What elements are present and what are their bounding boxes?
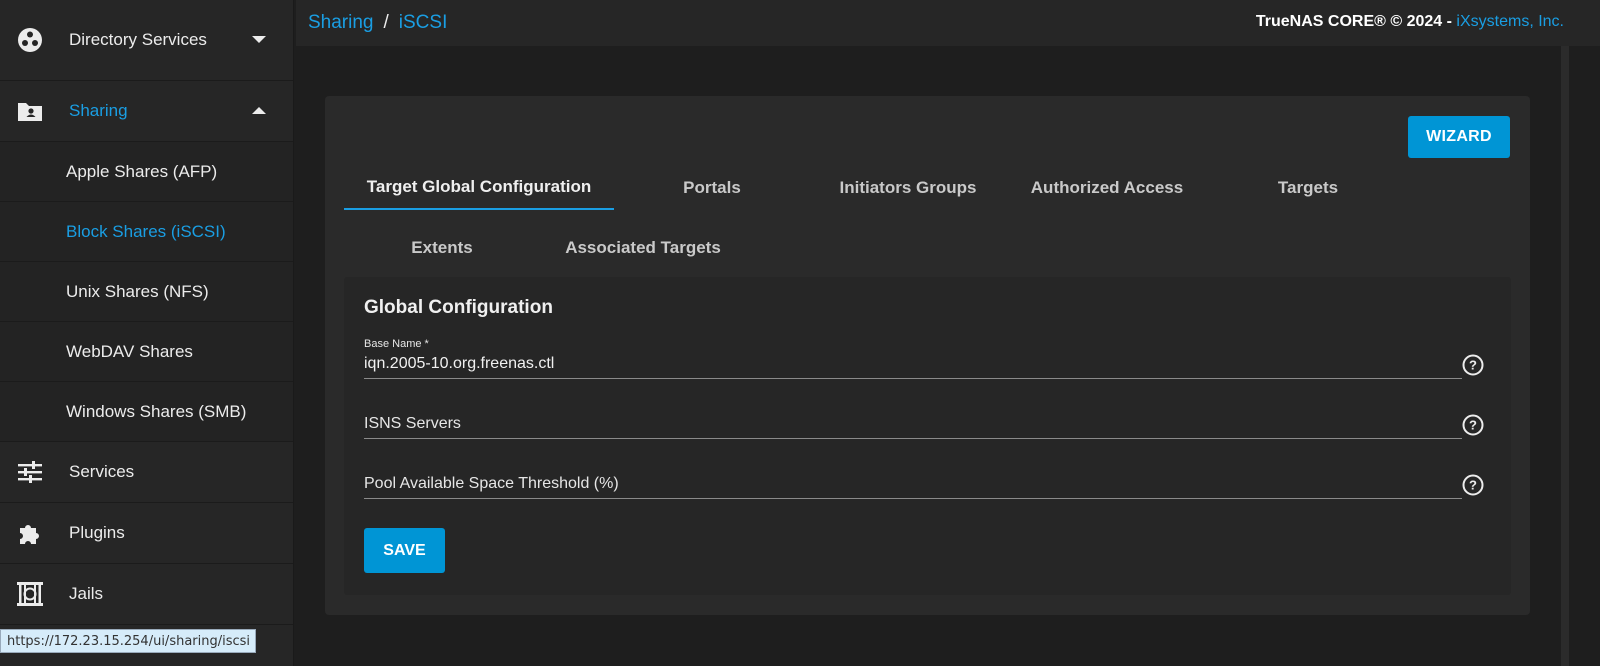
wizard-button[interactable]: WIZARD	[1408, 116, 1510, 158]
iscsi-card: WIZARD Target Global Configuration Porta…	[325, 96, 1530, 615]
scrollbar[interactable]	[1558, 46, 1600, 666]
base-name-label: Base Name *	[364, 338, 429, 350]
tab-targets[interactable]: Targets	[1208, 166, 1408, 210]
sidebar-subitem-iscsi[interactable]: Block Shares (iSCSI)	[0, 202, 293, 262]
tab-authorized-access[interactable]: Authorized Access	[1006, 166, 1208, 210]
sidebar-item-sharing[interactable]: Sharing	[0, 81, 293, 142]
svg-text:?: ?	[1469, 478, 1477, 493]
status-bar-url: https://172.23.15.254/ui/sharing/iscsi	[0, 629, 256, 653]
top-bar: Sharing / iSCSI TrueNAS CORE® © 2024 - iXs…	[296, 0, 1600, 46]
breadcrumb-separator: /	[383, 12, 389, 33]
tune-sliders-icon	[16, 458, 44, 486]
global-configuration-form: Global Configuration Base Name * iqn.200…	[344, 277, 1511, 595]
sidebar-subitem-webdav[interactable]: WebDAV Shares	[0, 322, 293, 382]
base-name-underline	[364, 378, 1462, 379]
chevron-up-icon	[252, 104, 266, 118]
company-link[interactable]: iXsystems, Inc.	[1456, 13, 1564, 30]
pool-threshold-underline	[364, 498, 1462, 499]
breadcrumb-iscsi[interactable]: iSCSI	[399, 12, 448, 33]
svg-text:?: ?	[1469, 358, 1477, 373]
breadcrumb-sharing[interactable]: Sharing	[308, 12, 374, 33]
puzzle-icon	[16, 519, 44, 547]
sidebar-item-directory-services[interactable]: Directory Services	[0, 0, 293, 81]
sidebar-item-label: Plugins	[69, 523, 125, 542]
sidebar-subitem-smb[interactable]: Windows Shares (SMB)	[0, 382, 293, 442]
isns-servers-input[interactable]: ISNS Servers	[364, 415, 461, 433]
tab-target-global-configuration[interactable]: Target Global Configuration	[344, 166, 614, 210]
form-title: Global Configuration	[364, 297, 553, 318]
tab-extents[interactable]: Extents	[344, 226, 540, 270]
directory-services-icon	[16, 26, 44, 54]
sidebar-subitem-nfs[interactable]: Unix Shares (NFS)	[0, 262, 293, 322]
help-icon[interactable]: ?	[1462, 414, 1484, 436]
tab-portals[interactable]: Portals	[614, 166, 810, 210]
breadcrumb: Sharing / iSCSI	[308, 12, 447, 34]
tab-initiators-groups[interactable]: Initiators Groups	[810, 166, 1006, 210]
sidebar-item-plugins[interactable]: Plugins	[0, 503, 293, 564]
svg-text:?: ?	[1469, 418, 1477, 433]
sidebar-item-label: Sharing	[69, 101, 128, 120]
tab-associated-targets[interactable]: Associated Targets	[540, 226, 746, 270]
copyright: TrueNAS CORE® © 2024 - iXsystems, Inc.	[1256, 13, 1564, 31]
pool-threshold-input[interactable]: Pool Available Space Threshold (%)	[364, 475, 619, 493]
help-icon[interactable]: ?	[1462, 354, 1484, 376]
sidebar-item-label: Jails	[69, 584, 104, 603]
sidebar-subitem-afp[interactable]: Apple Shares (AFP)	[0, 142, 293, 202]
save-button[interactable]: SAVE	[364, 528, 445, 573]
sidebar-item-label: Directory Services	[69, 30, 207, 49]
sidebar: Directory Services Sharing Apple Shares …	[0, 0, 294, 666]
jail-icon	[16, 580, 44, 608]
chevron-down-icon	[252, 33, 266, 47]
sidebar-item-services[interactable]: Services	[0, 442, 293, 503]
help-icon[interactable]: ?	[1462, 474, 1484, 496]
sharing-folder-icon	[16, 97, 44, 125]
copyright-text: TrueNAS CORE® © 2024 -	[1255, 13, 1457, 30]
sidebar-item-label: Services	[69, 462, 135, 481]
base-name-input[interactable]: iqn.2005-10.org.freenas.ctl	[364, 355, 554, 373]
sidebar-item-jails[interactable]: Jails	[0, 564, 293, 625]
isns-servers-underline	[364, 438, 1462, 439]
